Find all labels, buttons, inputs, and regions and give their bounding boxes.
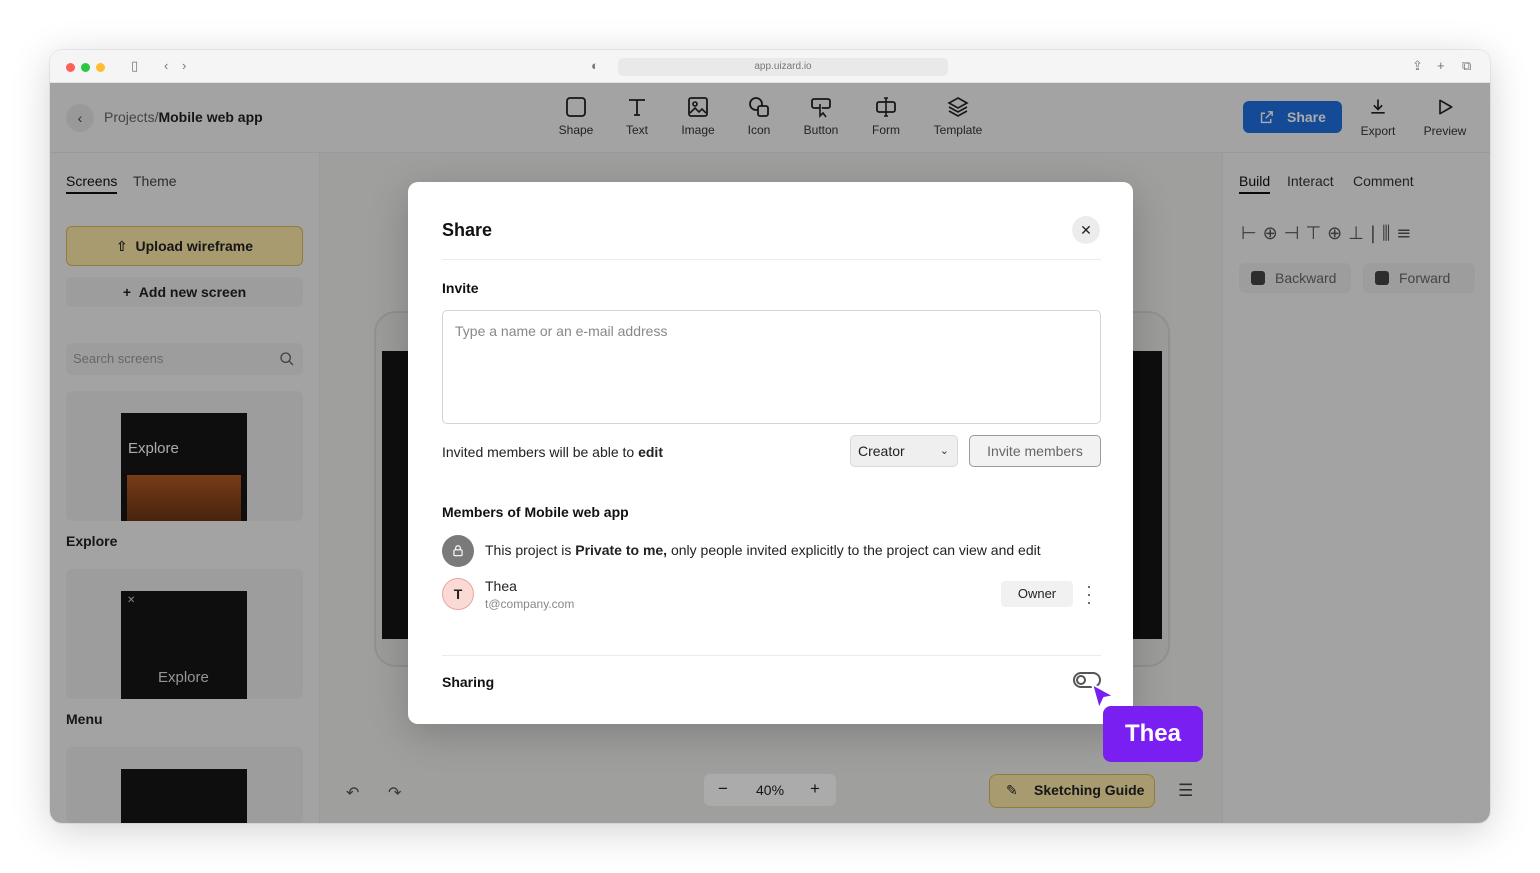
- close-window-dot[interactable]: [66, 63, 75, 72]
- modal-title: Share: [442, 220, 493, 240]
- invite-heading: Invite: [442, 280, 479, 296]
- chevron-down-icon: ⌄: [939, 445, 949, 457]
- browser-window: ▯ ‹ › ◐ app.uizard.io ⇪ + ⧉ ‹ Projects/M…: [50, 50, 1490, 823]
- sharing-label: Sharing: [442, 674, 495, 690]
- invite-members-button[interactable]: Invite members: [969, 435, 1101, 467]
- privacy-note: This project is Private to me, only peop…: [485, 542, 1041, 558]
- edit-permission-note: Invited members will be able to edit: [442, 444, 663, 460]
- sidebar-toggle-icon[interactable]: ▯: [131, 59, 138, 73]
- tab-overview-icon[interactable]: ⧉: [1462, 59, 1471, 73]
- browser-titlebar: ▯ ‹ › ◐ app.uizard.io ⇪ + ⧉: [50, 50, 1490, 83]
- divider: [442, 259, 1101, 260]
- privacy-suffix: only people invited explicitly to the pr…: [667, 542, 1041, 558]
- close-icon: ✕: [1080, 222, 1092, 238]
- share-page-icon[interactable]: ⇪: [1412, 59, 1423, 73]
- divider: [442, 655, 1101, 656]
- avatar: T: [442, 578, 474, 610]
- address-bar[interactable]: app.uizard.io: [618, 58, 948, 76]
- edit-note-prefix: Invited members will be able to: [442, 444, 639, 460]
- privacy-bold: Private to me,: [575, 542, 668, 558]
- invite-input[interactable]: [442, 310, 1101, 424]
- minimize-window-dot[interactable]: [96, 63, 105, 72]
- collaborator-name-tag: Thea: [1103, 706, 1203, 762]
- maximize-window-dot[interactable]: [81, 63, 90, 72]
- member-email: t@company.com: [485, 597, 575, 611]
- nav-back-icon[interactable]: ‹: [164, 59, 168, 73]
- edit-note-bold: edit: [638, 444, 663, 460]
- privacy-prefix: This project is: [485, 542, 576, 558]
- new-tab-icon[interactable]: +: [1437, 59, 1445, 73]
- member-name: Thea: [485, 578, 517, 594]
- role-select[interactable]: Creator ⌄: [850, 435, 958, 467]
- role-selected: Creator: [858, 443, 905, 459]
- members-heading: Members of Mobile web app: [442, 504, 629, 520]
- member-role-badge[interactable]: Owner: [1001, 581, 1073, 607]
- lock-icon: [442, 535, 474, 567]
- toggle-knob: [1076, 675, 1086, 685]
- privacy-shield-icon: ◐: [591, 58, 599, 73]
- share-modal: Share ✕ Invite Invited members will be a…: [408, 182, 1133, 724]
- nav-forward-icon[interactable]: ›: [182, 59, 186, 73]
- close-button[interactable]: ✕: [1072, 216, 1100, 244]
- more-options-icon[interactable]: · · ·: [1085, 577, 1093, 611]
